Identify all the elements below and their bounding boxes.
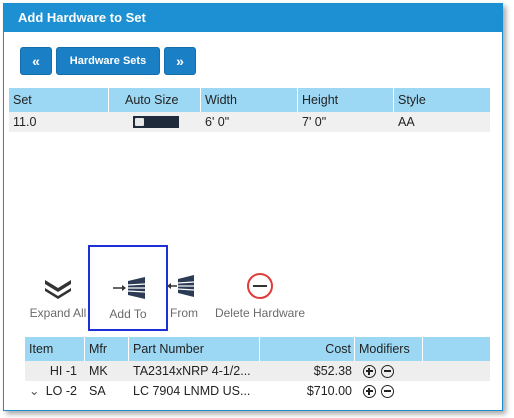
remove-modifier-icon[interactable] bbox=[381, 385, 394, 399]
column-header-part-number[interactable]: Part Number bbox=[129, 337, 260, 361]
item-cell: LO -2 bbox=[45, 384, 77, 398]
column-header-set[interactable]: Set bbox=[9, 88, 109, 112]
remove-modifier-icon[interactable] bbox=[381, 365, 394, 379]
add-hardware-dialog: Add Hardware to Set « Hardware Sets » Se… bbox=[3, 3, 503, 411]
hardware-table: Item Mfr Part Number Cost Modifiers HI -… bbox=[25, 337, 490, 407]
from-icon bbox=[167, 275, 195, 297]
add-to-label: Add To bbox=[109, 307, 147, 321]
from-button[interactable]: From bbox=[164, 244, 204, 334]
auto-size-cell bbox=[109, 112, 201, 132]
set-table: Set Auto Size Width Height Style 11.0 6'… bbox=[9, 88, 490, 138]
set-cell: 11.0 bbox=[13, 115, 37, 129]
add-modifier-icon[interactable] bbox=[363, 365, 376, 379]
width-cell: 6' 0" bbox=[205, 115, 230, 129]
height-cell: 7' 0" bbox=[302, 115, 327, 129]
next-set-button[interactable]: » bbox=[164, 47, 196, 75]
modifiers-cell bbox=[355, 381, 423, 401]
auto-size-toggle[interactable] bbox=[133, 116, 179, 128]
delete-hardware-label: Delete Hardware bbox=[214, 306, 306, 320]
style-cell: AA bbox=[398, 115, 415, 129]
column-header-height[interactable]: Height bbox=[298, 88, 394, 112]
modifiers-cell bbox=[355, 361, 423, 381]
expand-all-label: Expand All bbox=[29, 306, 87, 320]
part-number-cell: LC 7904 LNMD US... bbox=[133, 384, 251, 398]
cost-cell: $52.38 bbox=[313, 364, 352, 378]
add-to-button[interactable]: Add To bbox=[88, 245, 168, 331]
add-modifier-icon[interactable] bbox=[363, 385, 376, 399]
item-cell: HI -1 bbox=[49, 364, 77, 378]
delete-hardware-button[interactable]: Delete Hardware bbox=[210, 244, 310, 334]
add-to-icon bbox=[113, 277, 146, 299]
mfr-cell: MK bbox=[89, 364, 108, 378]
expand-all-button[interactable]: Expand All bbox=[24, 244, 92, 334]
cost-cell: $710.00 bbox=[306, 384, 352, 398]
column-header-item[interactable]: Item bbox=[25, 337, 85, 361]
remove-circle-icon bbox=[247, 273, 273, 299]
mfr-cell: SA bbox=[89, 384, 106, 398]
column-header-auto-size[interactable]: Auto Size bbox=[109, 88, 201, 112]
previous-set-button[interactable]: « bbox=[20, 47, 52, 75]
from-label: From bbox=[170, 306, 198, 320]
column-header-style[interactable]: Style bbox=[394, 88, 490, 112]
toggle-knob bbox=[135, 118, 144, 126]
column-header-width[interactable]: Width bbox=[201, 88, 298, 112]
part-number-cell: TA2314xNRP 4-1/2... bbox=[133, 364, 251, 378]
hardware-sets-button[interactable]: Hardware Sets bbox=[56, 47, 160, 75]
column-header-spacer bbox=[423, 337, 490, 361]
expand-all-icon bbox=[45, 280, 71, 299]
column-header-modifiers[interactable]: Modifiers bbox=[355, 337, 423, 361]
column-header-mfr[interactable]: Mfr bbox=[85, 337, 129, 361]
dialog-title: Add Hardware to Set bbox=[4, 4, 502, 32]
column-header-cost[interactable]: Cost bbox=[260, 337, 355, 361]
